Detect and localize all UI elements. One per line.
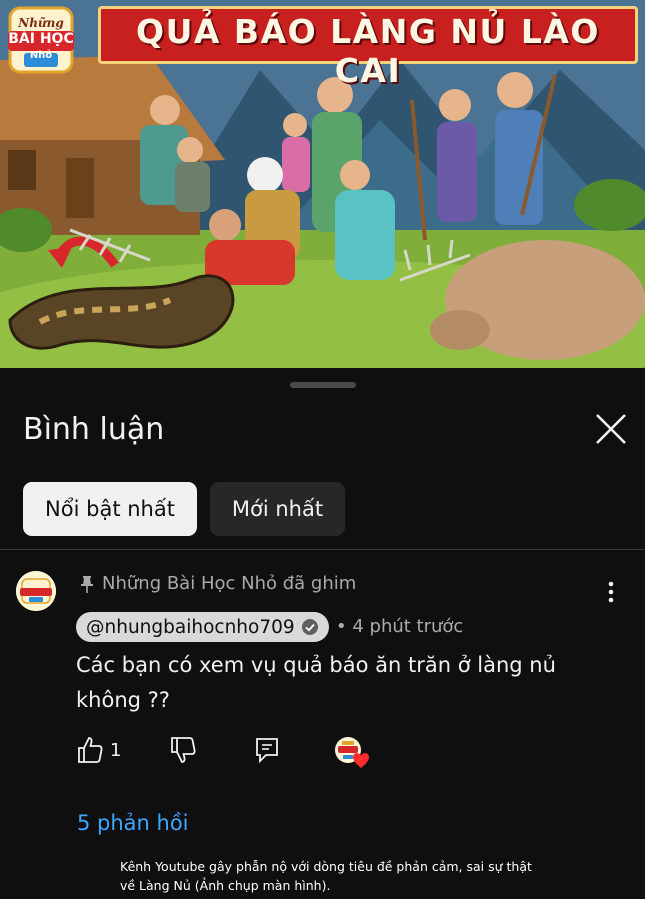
pinned-label: Những Bài Học Nhỏ đã ghim: [80, 573, 356, 594]
comment-time: • 4 phút trước: [336, 616, 464, 637]
thumbs-down-icon: [171, 737, 196, 763]
more-options-button[interactable]: [600, 578, 622, 606]
video-thumbnail[interactable]: QUẢ BÁO LÀNG NỦ LÀO CAI Những BÀI HỌC Nh…: [0, 0, 645, 368]
comments-title: Bình luận: [23, 412, 165, 447]
drag-handle[interactable]: [290, 382, 356, 388]
reply-button[interactable]: [254, 735, 280, 769]
view-replies-link[interactable]: 5 phản hồi: [77, 811, 189, 835]
dislike-button[interactable]: [169, 735, 197, 769]
filter-top-comments[interactable]: Nổi bật nhất: [23, 482, 197, 536]
like-count: 1: [110, 740, 122, 761]
divider: [0, 549, 645, 550]
banner-title: QUẢ BÁO LÀNG NỦ LÀO CAI: [136, 12, 600, 90]
logo-text-1: Những: [18, 16, 64, 30]
logo-text-2: BÀI HỌC: [8, 31, 74, 47]
author-handle[interactable]: @nhungbaihocnho709: [76, 612, 329, 642]
creator-heart-icon: [335, 737, 369, 768]
thumbs-up-icon: [78, 737, 103, 763]
close-icon: [596, 414, 626, 444]
verified-icon: [301, 619, 318, 635]
like-button[interactable]: [76, 735, 104, 769]
channel-avatar-icon: [16, 571, 56, 611]
pin-icon: [81, 575, 93, 593]
image-caption: Kênh Youtube gây phẫn nộ với dòng tiêu đ…: [120, 859, 532, 893]
channel-logo: Những BÀI HỌC Nhỏ: [2, 6, 80, 76]
comment-text: Các bạn có xem vụ quả báo ăn trăn ở làng…: [76, 653, 556, 712]
logo-text-3: Nhỏ: [29, 50, 53, 61]
creator-heart: [334, 736, 370, 774]
reply-comment-icon: [256, 738, 278, 764]
avatar[interactable]: [16, 571, 56, 611]
close-button[interactable]: [592, 410, 630, 448]
video-title-banner: QUẢ BÁO LÀNG NỦ LÀO CAI Những BÀI HỌC Nh…: [0, 0, 645, 90]
filter-newest[interactable]: Mới nhất: [210, 482, 345, 536]
pinned-text: Những Bài Học Nhỏ đã ghim: [102, 573, 357, 594]
author-name: @nhungbaihocnho709: [86, 616, 295, 638]
more-vert-icon: [608, 581, 614, 603]
